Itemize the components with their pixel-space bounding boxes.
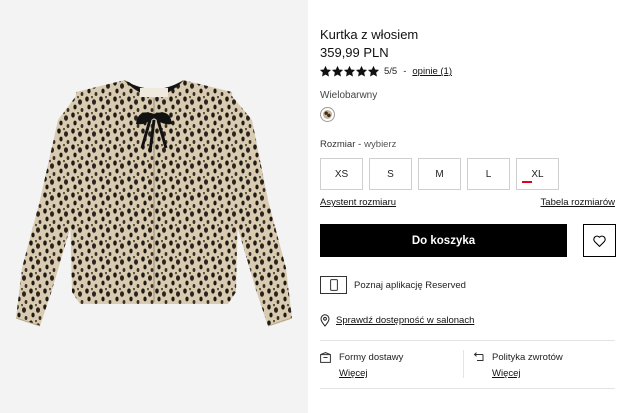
leopard-jacket-illustration xyxy=(15,80,293,327)
size-option-xs[interactable]: XS xyxy=(320,158,363,190)
phone-icon xyxy=(329,279,338,291)
color-label: Wielobarwny xyxy=(320,90,378,101)
rating-score: 5/5 xyxy=(384,66,398,77)
heart-icon xyxy=(593,235,606,247)
rating: 5/5 - opinie (1) xyxy=(320,65,452,78)
rating-stars xyxy=(320,66,379,77)
size-option-s[interactable]: S xyxy=(369,158,412,190)
app-promo-box xyxy=(320,276,347,294)
leopard-swatch-icon[interactable] xyxy=(320,107,335,122)
star-icon xyxy=(356,66,367,77)
product-price: 359,99 PLN xyxy=(320,45,389,60)
location-pin-icon xyxy=(320,314,330,327)
size-option-l[interactable]: L xyxy=(467,158,510,190)
size-option-label: XS xyxy=(334,168,349,180)
rating-separator: - xyxy=(403,66,407,77)
returns-info: Polityka zwrotów Więcej xyxy=(473,352,563,379)
delivery-label: Formy dostawy xyxy=(339,352,404,363)
delivery-more-link[interactable]: Więcej xyxy=(339,368,403,379)
size-option-label: M xyxy=(435,168,444,180)
delivery-info: Formy dostawy Więcej xyxy=(320,352,403,379)
app-promo-text: Poznaj aplikację Reserved xyxy=(354,279,466,291)
store-availability-link[interactable]: Sprawdź dostępność w salonach xyxy=(336,315,474,326)
wishlist-button[interactable] xyxy=(583,224,616,257)
store-availability[interactable]: Sprawdź dostępność w salonach xyxy=(320,314,474,327)
size-hint: wybierz xyxy=(364,139,397,150)
size-option-label: S xyxy=(387,168,394,180)
size-label: Rozmiar - wybierz xyxy=(320,139,396,150)
size-option-m[interactable]: M xyxy=(418,158,461,190)
return-arrow-icon xyxy=(473,352,484,361)
size-selector: XS S M L XL xyxy=(320,158,559,190)
app-promo[interactable]: Poznaj aplikację Reserved xyxy=(320,276,466,294)
size-option-label: XL xyxy=(531,168,544,180)
returns-label: Polityka zwrotów xyxy=(492,352,563,363)
star-icon xyxy=(368,66,379,77)
size-option-xl[interactable]: XL xyxy=(516,158,559,190)
star-icon xyxy=(320,66,331,77)
star-icon xyxy=(344,66,355,77)
size-option-label: L xyxy=(485,168,492,180)
product-image[interactable] xyxy=(0,0,308,413)
product-details: Kurtka z włosiem 359,99 PLN 5/5 - opinie… xyxy=(320,0,616,413)
size-table-link[interactable]: Tabela rozmiarów xyxy=(541,197,615,208)
box-icon xyxy=(320,352,331,363)
product-title: Kurtka z włosiem xyxy=(320,27,419,42)
reviews-link[interactable]: opinie (1) xyxy=(412,66,452,77)
size-links: Asystent rozmiaru Tabela rozmiarów xyxy=(320,197,615,208)
size-assistant-link[interactable]: Asystent rozmiaru xyxy=(320,197,396,208)
size-label-text: Rozmiar - xyxy=(320,139,362,150)
divider xyxy=(320,340,615,341)
info-divider xyxy=(463,350,464,378)
divider-bottom xyxy=(320,388,615,389)
add-to-cart-button[interactable]: Do koszyka xyxy=(320,224,567,257)
returns-more-link[interactable]: Więcej xyxy=(492,368,563,379)
star-icon xyxy=(332,66,343,77)
low-stock-indicator xyxy=(522,181,532,183)
